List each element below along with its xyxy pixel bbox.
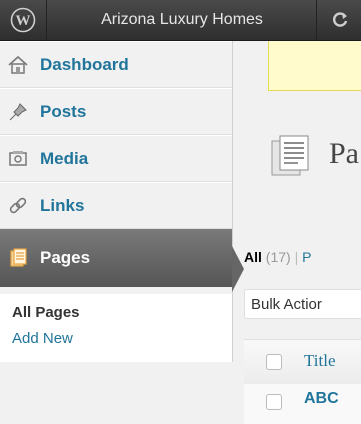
current-menu-pointer xyxy=(232,246,244,292)
row-checkbox[interactable] xyxy=(266,394,282,410)
sidebar-item-dashboard[interactable]: Dashboard xyxy=(0,41,232,88)
sidebar-item-label: Pages xyxy=(40,248,91,267)
site-name-link[interactable]: Arizona Luxury Homes xyxy=(48,0,317,40)
pin-icon xyxy=(4,98,32,126)
pages-icon xyxy=(4,244,32,272)
update-notice xyxy=(268,41,361,91)
bulk-actions-select[interactable]: Bulk Actior xyxy=(244,289,361,319)
table-header-row: Title xyxy=(244,339,361,385)
filter-all-count: (17) xyxy=(265,249,291,265)
sidebar-item-pages[interactable]: Pages xyxy=(0,229,232,287)
pages-submenu: All Pages Add New xyxy=(0,294,233,362)
sidebar-item-label: Posts xyxy=(40,101,87,121)
main-content: Pa All (17) | P Bulk Actior Title ABC xyxy=(244,41,361,424)
filter-separator: | xyxy=(294,249,299,265)
sidebar-item-media[interactable]: Media xyxy=(0,135,232,182)
column-title-header[interactable]: Title xyxy=(304,351,336,371)
filter-next[interactable]: P xyxy=(302,249,311,265)
wordpress-logo-icon[interactable]: W xyxy=(0,0,47,40)
sidebar-item-label: Dashboard xyxy=(40,54,129,74)
sidebar-item-label: Media xyxy=(40,148,89,168)
home-icon xyxy=(4,51,32,79)
media-icon xyxy=(4,145,32,173)
admin-bar: W Arizona Luxury Homes xyxy=(0,0,361,41)
status-filters: All (17) | P xyxy=(244,249,311,265)
link-icon xyxy=(4,192,32,220)
select-all-checkbox[interactable] xyxy=(266,354,282,370)
submenu-add-new[interactable]: Add New xyxy=(12,330,73,347)
sidebar-item-label: Links xyxy=(40,195,85,215)
svg-text:W: W xyxy=(16,13,31,29)
page-title: Pa xyxy=(329,137,359,170)
sidebar-item-links[interactable]: Links xyxy=(0,182,232,229)
table-row: ABC xyxy=(244,384,361,424)
filter-all[interactable]: All xyxy=(244,249,262,265)
sidebar-item-posts[interactable]: Posts xyxy=(0,88,232,135)
pages-large-icon xyxy=(268,133,314,184)
submenu-all-pages[interactable]: All Pages xyxy=(12,304,80,321)
row-title-link[interactable]: ABC xyxy=(304,390,339,408)
refresh-icon[interactable] xyxy=(320,0,360,40)
